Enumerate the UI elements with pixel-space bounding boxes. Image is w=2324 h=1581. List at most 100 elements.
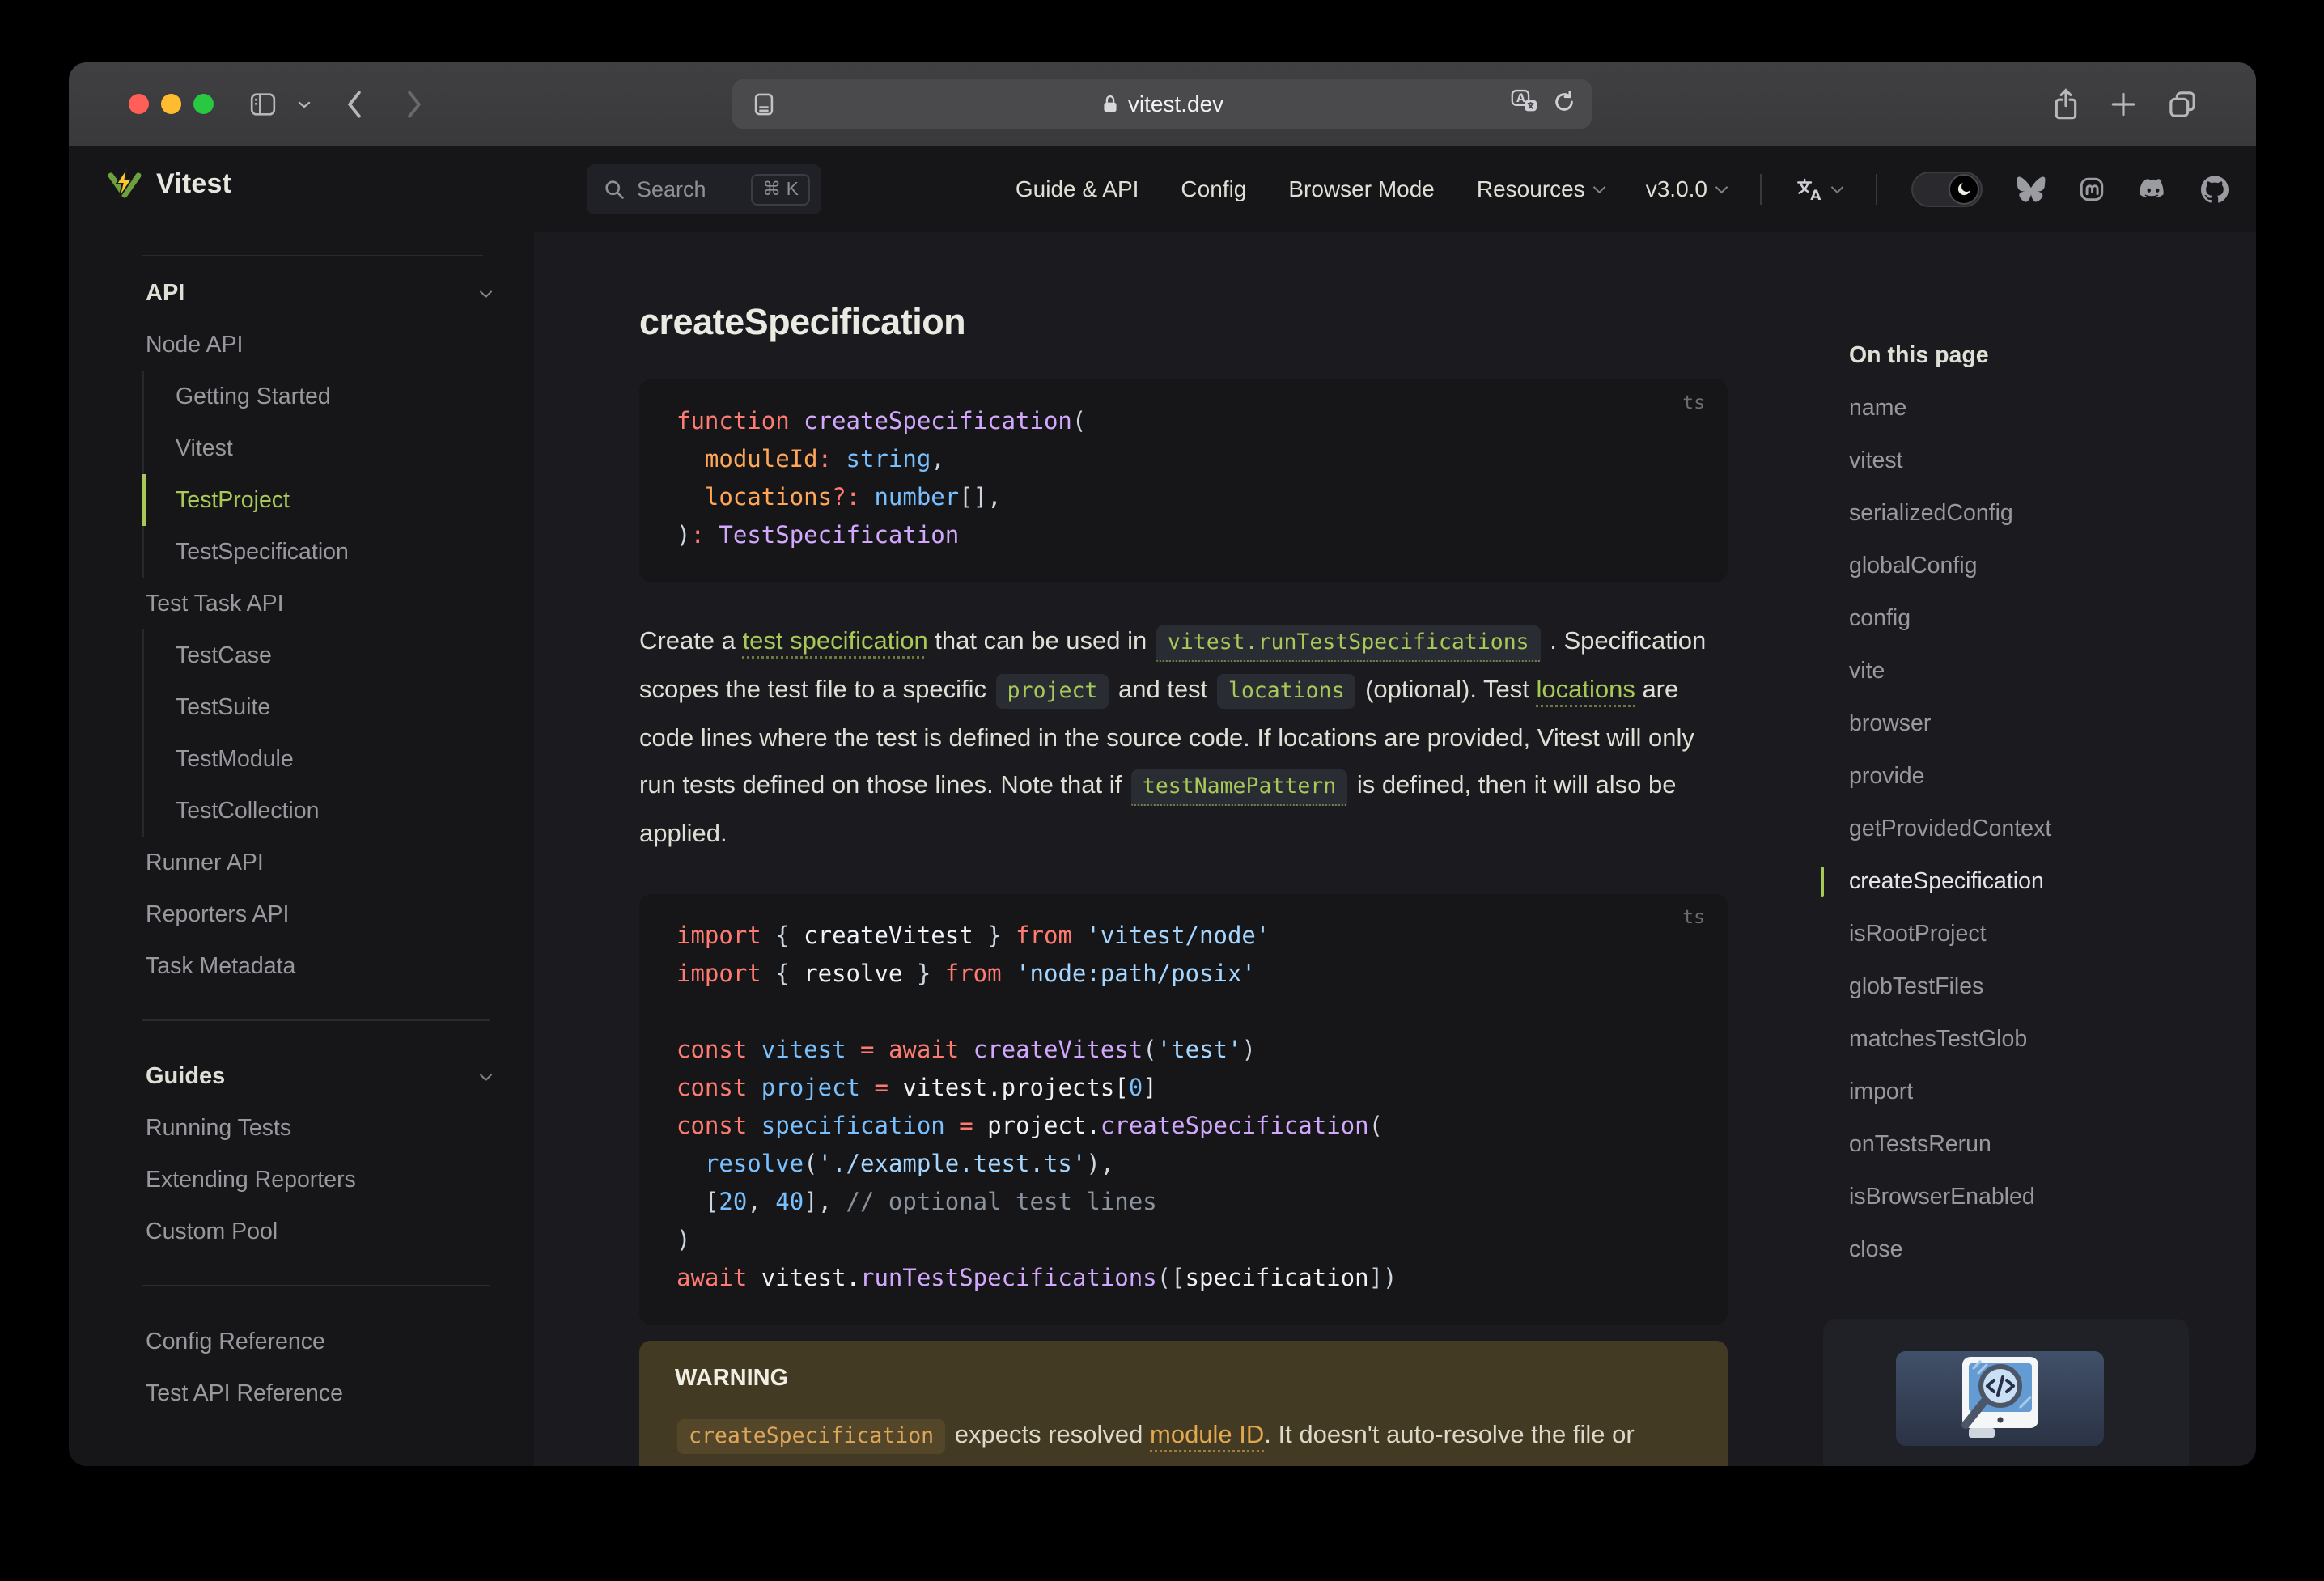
warning-title: WARNING [675,1365,789,1391]
sidebar-menu-chevron-icon[interactable] [297,62,312,146]
outline-item-close[interactable]: close [1821,1223,2209,1276]
code-token: import [676,922,761,949]
lock-icon [1104,95,1117,112]
code-token: { [761,922,804,949]
new-tab-icon[interactable] [2108,62,2139,146]
forward-button[interactable] [404,62,425,146]
sidebar-item-getting-started[interactable]: Getting Started [142,371,490,422]
sidebar-item-testspecification[interactable]: TestSpecification [142,526,490,578]
search-label: Search [637,176,706,201]
sidebar-item-config-reference[interactable]: Config Reference [142,1316,490,1367]
sidebar-toggle-icon[interactable] [248,62,278,146]
discord-icon[interactable] [2138,176,2169,202]
sidebar-group-guides[interactable]: Guides [142,1050,493,1102]
code-block: ts import { createVitest } from 'vitest/n… [639,894,1728,1325]
nav-link-label: v3.0.0 [1645,176,1707,201]
outline-item-matchestestglob[interactable]: matchesTestGlob [1821,1013,2209,1066]
code-token: import [676,960,761,987]
outline-item-provide[interactable]: provide [1821,750,2209,803]
sidebar-item-reporters-api[interactable]: Reporters API [142,888,490,940]
sidebar-item-testcollection[interactable]: TestCollection [142,785,490,837]
code-token: ([ [1156,1264,1185,1291]
outline-item-globalconfig[interactable]: globalConfig [1821,540,2209,592]
sidebar-item-testproject[interactable]: TestProject [142,474,490,526]
tab-overview-icon[interactable] [2166,62,2199,146]
close-window-button[interactable] [129,94,149,114]
sidebar-nav: API Node API Getting Started Vitest TestProj… [142,267,493,1419]
outline-item-isbrowserenabled[interactable]: isBrowserEnabled [1821,1171,2209,1223]
sidebar-item-extending-reporters[interactable]: Extending Reporters [142,1154,490,1206]
paragraph-link[interactable]: locations [1536,675,1635,703]
sidebar-item-runner-api[interactable]: Runner API [142,837,490,888]
code-token: = [959,1112,973,1139]
sidebar-item-task-metadata[interactable]: Task Metadata [142,940,490,992]
translate-icon[interactable]: A [1509,87,1540,121]
outline-item-ontestsrerun[interactable]: onTestsRerun [1821,1118,2209,1171]
sidebar-item-test-api-reference[interactable]: Test API Reference [142,1367,490,1419]
minimize-window-button[interactable] [161,94,181,114]
page-title: createSpecification [639,301,966,342]
sidebar-item-testsuite[interactable]: TestSuite [142,681,490,733]
code-token: TestSpecification [719,521,960,549]
sidebar-item-node-api[interactable]: Node API [142,319,490,371]
sidebar-item-testmodule[interactable]: TestModule [142,733,490,785]
nav-link-config[interactable]: Config [1181,176,1246,202]
page-settings-icon[interactable] [750,91,778,122]
outline-item-import[interactable]: import [1821,1066,2209,1118]
code-token: vitest.projects[ [902,1074,1129,1101]
code-token: vitest [761,1036,846,1063]
share-icon[interactable] [2050,62,2082,146]
outline-item-serializedconfig[interactable]: serializedConfig [1821,487,2209,540]
zoom-window-button[interactable] [193,94,214,114]
nav-link-v3-0-0[interactable]: v3.0.0 [1645,176,1728,202]
code-line: await vitest.runTestSpecifications([spec… [676,1259,1690,1297]
sidebar-item-vitest[interactable]: Vitest [142,422,490,474]
nav-link-browser-mode[interactable]: Browser Mode [1288,176,1435,202]
code-token: [ [676,1188,719,1215]
language-icon: A [1797,178,1821,202]
theme-toggle[interactable] [1911,171,1983,207]
outline-item-vitest[interactable]: vitest [1821,434,2209,487]
bluesky-icon[interactable] [2017,176,2046,202]
warning-inline-code: createSpecification [677,1419,946,1454]
address-bar[interactable]: vitest.dev A [732,79,1592,129]
mastodon-icon[interactable] [2078,176,2106,203]
warning-link[interactable]: module ID [1150,1420,1264,1448]
outline-item-getprovidedcontext[interactable]: getProvidedContext [1821,803,2209,855]
sidebar-item-testcase[interactable]: TestCase [142,629,490,681]
outline-item-name[interactable]: name [1821,382,2209,434]
outline-item-createspecification[interactable]: createSpecification [1821,855,2209,908]
search-button[interactable]: Search ⌘ K [587,164,821,214]
code-token: } [902,960,945,987]
sponsor-card[interactable] [1823,1319,2189,1466]
outline-item-globtestfiles[interactable]: globTestFiles [1821,960,2209,1013]
code-token: // optional test lines [846,1188,1157,1215]
outline-item-config[interactable]: config [1821,592,2209,645]
sidebar-item-running-tests[interactable]: Running Tests [142,1102,490,1154]
sidebar-item-test-task-api[interactable]: Test Task API [142,578,490,629]
paragraph-inline-code-link[interactable]: testNamePattern [1130,769,1348,806]
code-token: 'node:path/posix' [1016,960,1256,987]
code-line: moduleId: string, [676,440,1690,478]
language-menu[interactable]: A [1796,176,1844,202]
outline-item-browser[interactable]: browser [1821,697,2209,750]
github-icon[interactable] [2201,175,2229,203]
nav-link-resources[interactable]: Resources [1477,176,1605,202]
code-token: ] [1143,1074,1157,1101]
outline-item-vite[interactable]: vite [1821,645,2209,697]
back-button[interactable] [344,62,365,146]
sidebar-item-custom-pool[interactable]: Custom Pool [142,1206,490,1257]
paragraph-inline-code-link[interactable]: vitest.runTestSpecifications [1156,625,1541,662]
paragraph-link[interactable]: test specification [743,626,928,655]
sidebar-group-api[interactable]: API [142,267,493,319]
nav-link-guide-api[interactable]: Guide & API [1016,176,1139,202]
chevron-down-icon [479,285,493,298]
outline-item-isrootproject[interactable]: isRootProject [1821,908,2209,960]
code-token: ) [676,521,691,549]
code-language-label: ts [1682,907,1705,928]
reload-icon[interactable] [1551,89,1577,119]
vitest-logo[interactable]: Vitest [106,165,231,202]
